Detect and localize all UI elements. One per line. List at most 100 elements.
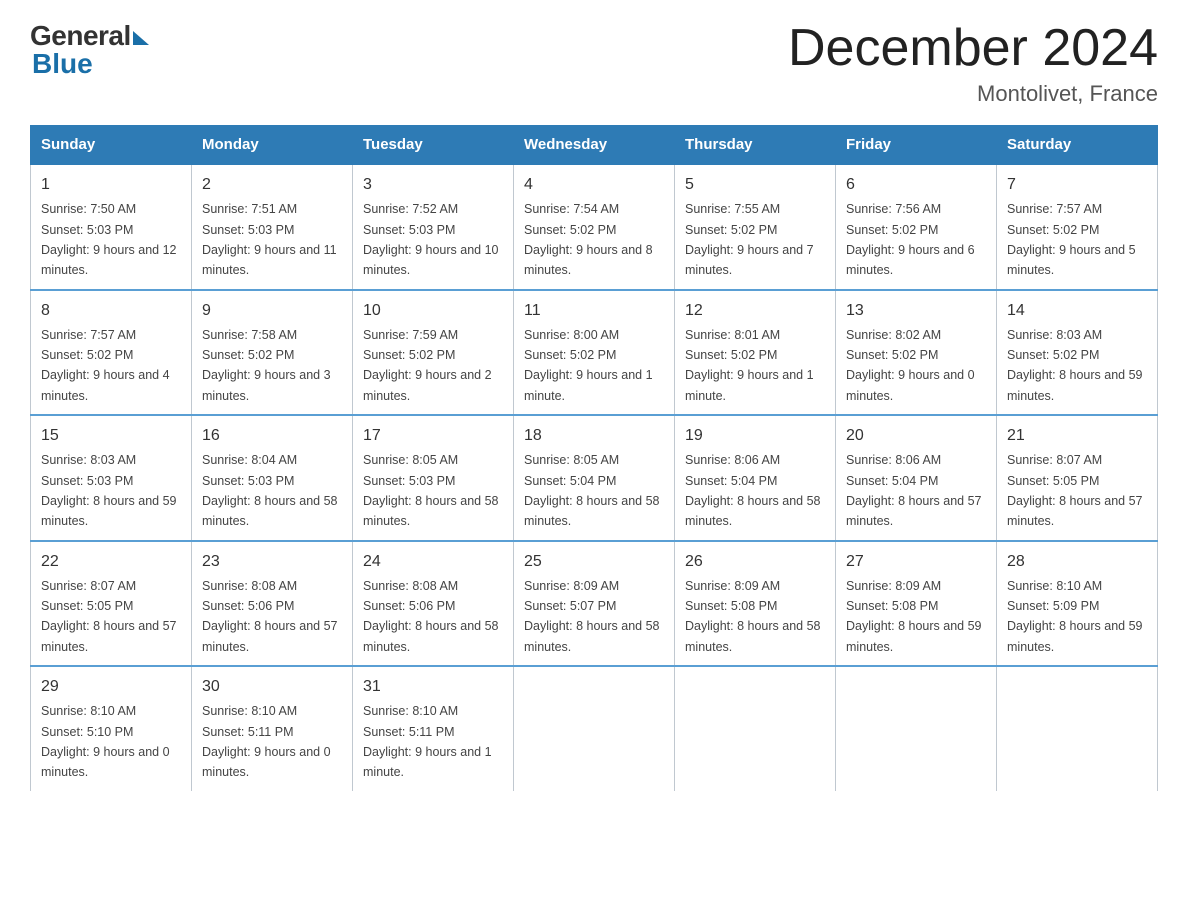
day-info: Sunrise: 8:06 AMSunset: 5:04 PMDaylight:… [685,453,821,528]
header-wednesday: Wednesday [514,126,675,165]
day-info: Sunrise: 8:05 AMSunset: 5:03 PMDaylight:… [363,453,499,528]
calendar-cell: 29 Sunrise: 8:10 AMSunset: 5:10 PMDayligh… [31,666,192,791]
day-number: 29 [41,675,181,699]
calendar-cell: 6 Sunrise: 7:56 AMSunset: 5:02 PMDaylight… [836,164,997,290]
day-info: Sunrise: 7:55 AMSunset: 5:02 PMDaylight:… [685,202,814,277]
calendar-cell: 13 Sunrise: 8:02 AMSunset: 5:02 PMDayligh… [836,290,997,416]
day-info: Sunrise: 8:06 AMSunset: 5:04 PMDaylight:… [846,453,982,528]
header-row: SundayMondayTuesdayWednesdayThursdayFrid… [31,126,1158,165]
calendar-cell: 11 Sunrise: 8:00 AMSunset: 5:02 PMDayligh… [514,290,675,416]
header-tuesday: Tuesday [353,126,514,165]
day-number: 5 [685,173,825,197]
day-info: Sunrise: 8:08 AMSunset: 5:06 PMDaylight:… [363,579,499,654]
logo-arrow-icon [133,31,149,45]
calendar-cell: 31 Sunrise: 8:10 AMSunset: 5:11 PMDayligh… [353,666,514,791]
day-info: Sunrise: 8:10 AMSunset: 5:11 PMDaylight:… [202,704,331,779]
day-number: 22 [41,550,181,574]
day-number: 11 [524,299,664,323]
week-row-4: 22 Sunrise: 8:07 AMSunset: 5:05 PMDayligh… [31,541,1158,667]
calendar-cell [836,666,997,791]
day-info: Sunrise: 7:54 AMSunset: 5:02 PMDaylight:… [524,202,653,277]
day-number: 25 [524,550,664,574]
calendar-cell: 20 Sunrise: 8:06 AMSunset: 5:04 PMDayligh… [836,415,997,541]
calendar-cell: 17Sunrise: 8:05 AMSunset: 5:03 PMDayligh… [353,415,514,541]
day-number: 3 [363,173,503,197]
calendar-cell: 8 Sunrise: 7:57 AMSunset: 5:02 PMDaylight… [31,290,192,416]
title-section: December 2024 Montolivet, France [788,20,1158,107]
day-number: 8 [41,299,181,323]
day-info: Sunrise: 8:10 AMSunset: 5:10 PMDaylight:… [41,704,170,779]
header-saturday: Saturday [997,126,1158,165]
day-number: 30 [202,675,342,699]
calendar-cell: 5 Sunrise: 7:55 AMSunset: 5:02 PMDaylight… [675,164,836,290]
day-info: Sunrise: 8:09 AMSunset: 5:07 PMDaylight:… [524,579,660,654]
calendar-cell: 28Sunrise: 8:10 AMSunset: 5:09 PMDayligh… [997,541,1158,667]
calendar-cell: 23Sunrise: 8:08 AMSunset: 5:06 PMDayligh… [192,541,353,667]
day-number: 10 [363,299,503,323]
calendar-cell: 7Sunrise: 7:57 AMSunset: 5:02 PMDaylight… [997,164,1158,290]
day-number: 6 [846,173,986,197]
calendar-cell: 19 Sunrise: 8:06 AMSunset: 5:04 PMDayligh… [675,415,836,541]
day-info: Sunrise: 8:00 AMSunset: 5:02 PMDaylight:… [524,328,653,403]
logo-blue-text: Blue [32,48,93,80]
day-number: 1 [41,173,181,197]
day-number: 16 [202,424,342,448]
day-number: 13 [846,299,986,323]
day-info: Sunrise: 8:03 AMSunset: 5:02 PMDaylight:… [1007,328,1143,403]
calendar-cell: 4 Sunrise: 7:54 AMSunset: 5:02 PMDaylight… [514,164,675,290]
calendar-cell: 1 Sunrise: 7:50 AMSunset: 5:03 PMDaylight… [31,164,192,290]
day-number: 4 [524,173,664,197]
day-number: 7 [1007,173,1147,197]
calendar-cell: 16Sunrise: 8:04 AMSunset: 5:03 PMDayligh… [192,415,353,541]
logo: General Blue [30,20,149,80]
day-info: Sunrise: 7:58 AMSunset: 5:02 PMDaylight:… [202,328,331,403]
day-info: Sunrise: 8:03 AMSunset: 5:03 PMDaylight:… [41,453,177,528]
calendar-cell: 2 Sunrise: 7:51 AMSunset: 5:03 PMDaylight… [192,164,353,290]
day-info: Sunrise: 8:07 AMSunset: 5:05 PMDaylight:… [41,579,177,654]
calendar-cell [997,666,1158,791]
day-number: 28 [1007,550,1147,574]
calendar-cell [514,666,675,791]
calendar-cell: 22 Sunrise: 8:07 AMSunset: 5:05 PMDayligh… [31,541,192,667]
day-number: 2 [202,173,342,197]
calendar-cell: 18Sunrise: 8:05 AMSunset: 5:04 PMDayligh… [514,415,675,541]
calendar-cell: 14 Sunrise: 8:03 AMSunset: 5:02 PMDayligh… [997,290,1158,416]
calendar-cell: 27 Sunrise: 8:09 AMSunset: 5:08 PMDayligh… [836,541,997,667]
header-friday: Friday [836,126,997,165]
week-row-1: 1 Sunrise: 7:50 AMSunset: 5:03 PMDaylight… [31,164,1158,290]
day-number: 27 [846,550,986,574]
header-thursday: Thursday [675,126,836,165]
day-number: 21 [1007,424,1147,448]
day-info: Sunrise: 8:07 AMSunset: 5:05 PMDaylight:… [1007,453,1143,528]
day-info: Sunrise: 8:02 AMSunset: 5:02 PMDaylight:… [846,328,975,403]
day-info: Sunrise: 7:59 AMSunset: 5:02 PMDaylight:… [363,328,492,403]
calendar-cell: 30 Sunrise: 8:10 AMSunset: 5:11 PMDayligh… [192,666,353,791]
day-info: Sunrise: 7:56 AMSunset: 5:02 PMDaylight:… [846,202,975,277]
day-info: Sunrise: 7:57 AMSunset: 5:02 PMDaylight:… [41,328,170,403]
week-row-2: 8 Sunrise: 7:57 AMSunset: 5:02 PMDaylight… [31,290,1158,416]
day-info: Sunrise: 8:10 AMSunset: 5:11 PMDaylight:… [363,704,492,779]
day-info: Sunrise: 7:52 AMSunset: 5:03 PMDaylight:… [363,202,499,277]
day-info: Sunrise: 8:05 AMSunset: 5:04 PMDaylight:… [524,453,660,528]
day-info: Sunrise: 8:09 AMSunset: 5:08 PMDaylight:… [846,579,982,654]
calendar-cell: 26Sunrise: 8:09 AMSunset: 5:08 PMDayligh… [675,541,836,667]
day-number: 20 [846,424,986,448]
calendar-cell: 25 Sunrise: 8:09 AMSunset: 5:07 PMDayligh… [514,541,675,667]
day-number: 24 [363,550,503,574]
header-sunday: Sunday [31,126,192,165]
calendar-table: SundayMondayTuesdayWednesdayThursdayFrid… [30,125,1158,791]
day-info: Sunrise: 7:50 AMSunset: 5:03 PMDaylight:… [41,202,177,277]
day-number: 14 [1007,299,1147,323]
day-number: 9 [202,299,342,323]
day-number: 26 [685,550,825,574]
calendar-cell: 24 Sunrise: 8:08 AMSunset: 5:06 PMDayligh… [353,541,514,667]
day-number: 19 [685,424,825,448]
week-row-3: 15Sunrise: 8:03 AMSunset: 5:03 PMDayligh… [31,415,1158,541]
day-info: Sunrise: 8:08 AMSunset: 5:06 PMDaylight:… [202,579,338,654]
page-header: General Blue December 2024 Montolivet, F… [30,20,1158,107]
day-info: Sunrise: 7:51 AMSunset: 5:03 PMDaylight:… [202,202,337,277]
day-info: Sunrise: 8:01 AMSunset: 5:02 PMDaylight:… [685,328,814,403]
calendar-cell: 15Sunrise: 8:03 AMSunset: 5:03 PMDayligh… [31,415,192,541]
calendar-cell: 12Sunrise: 8:01 AMSunset: 5:02 PMDayligh… [675,290,836,416]
day-number: 31 [363,675,503,699]
